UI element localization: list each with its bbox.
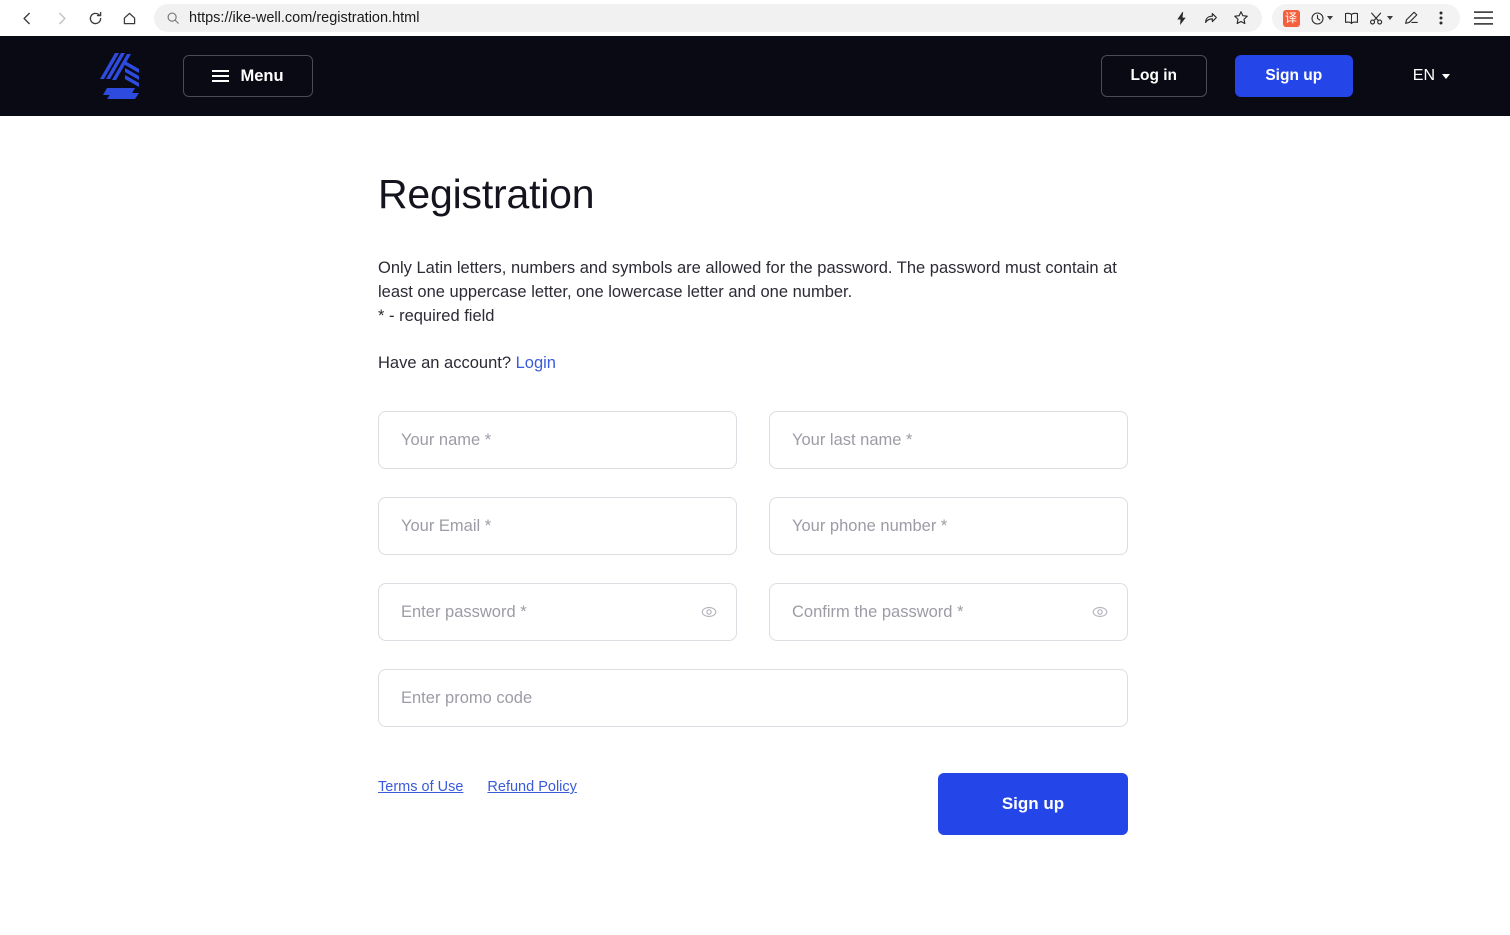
confirm-password-field[interactable]: Confirm the password * — [769, 583, 1128, 641]
history-icon[interactable] — [1306, 4, 1336, 32]
browser-toolbar: https://ike-well.com/registration.html 译 — [0, 0, 1510, 36]
bookmark-star-icon[interactable] — [1226, 4, 1256, 32]
confirm-password-placeholder: Confirm the password * — [792, 602, 964, 621]
password-field[interactable]: Enter password * — [378, 583, 737, 641]
toggle-password-visibility-icon[interactable] — [698, 601, 720, 623]
home-button[interactable] — [112, 3, 146, 33]
reading-mode-icon[interactable] — [1336, 4, 1366, 32]
first-name-placeholder: Your name * — [401, 430, 492, 449]
language-label: EN — [1412, 67, 1435, 84]
extension-toolbar: 译 — [1272, 4, 1460, 32]
password-placeholder: Enter password * — [401, 602, 527, 621]
chevron-down-icon — [1387, 16, 1393, 20]
first-name-field[interactable]: Your name * — [378, 411, 737, 469]
site-logo[interactable] — [95, 51, 143, 101]
lightning-bolt-icon[interactable] — [1166, 4, 1196, 32]
login-link[interactable]: Login — [516, 354, 556, 372]
last-name-field[interactable]: Your last name * — [769, 411, 1128, 469]
required-field-note: * - required field — [378, 307, 495, 325]
browser-menu-icon[interactable] — [1466, 3, 1500, 33]
legal-links: Terms of Use Refund Policy — [378, 773, 577, 795]
phone-placeholder: Your phone number * — [792, 516, 948, 535]
menu-button[interactable]: Menu — [183, 55, 313, 97]
form-footer: Terms of Use Refund Policy Sign up — [378, 727, 1128, 895]
translate-icon[interactable]: 译 — [1276, 4, 1306, 32]
url-bar-actions — [1160, 4, 1262, 32]
toggle-confirm-password-visibility-icon[interactable] — [1089, 601, 1111, 623]
back-button[interactable] — [10, 3, 44, 33]
site-header: Menu Log in Sign up EN — [0, 36, 1510, 116]
reload-button[interactable] — [78, 3, 112, 33]
terms-of-use-link[interactable]: Terms of Use — [378, 779, 463, 795]
url-bar[interactable]: https://ike-well.com/registration.html — [154, 4, 1212, 32]
have-account-line: Have an account? Login — [378, 328, 1510, 373]
refund-policy-link[interactable]: Refund Policy — [487, 779, 576, 795]
email-placeholder: Your Email * — [401, 516, 492, 535]
url-text: https://ike-well.com/registration.html — [189, 10, 420, 26]
forward-button — [44, 3, 78, 33]
translate-badge-label: 译 — [1282, 9, 1300, 27]
email-field[interactable]: Your Email * — [378, 497, 737, 555]
registration-page: Registration Only Latin letters, numbers… — [0, 116, 1510, 895]
share-icon[interactable] — [1196, 4, 1226, 32]
login-button[interactable]: Log in — [1100, 55, 1207, 97]
page-title: Registration — [378, 171, 595, 217]
phone-field[interactable]: Your phone number * — [769, 497, 1128, 555]
have-account-text: Have an account? — [378, 354, 512, 372]
promo-code-field[interactable]: Enter promo code — [378, 669, 1128, 727]
screenshot-scissors-icon[interactable] — [1366, 4, 1396, 32]
registration-form: Your name * Your last name * Your Email … — [378, 373, 1128, 727]
chevron-down-icon — [1442, 73, 1450, 79]
annotate-pen-icon[interactable] — [1396, 4, 1426, 32]
more-options-icon[interactable] — [1426, 4, 1456, 32]
menu-button-label: Menu — [240, 66, 284, 85]
chevron-down-icon — [1326, 16, 1333, 20]
last-name-placeholder: Your last name * — [792, 430, 913, 449]
password-rules-text: Only Latin letters, numbers and symbols … — [378, 259, 1117, 301]
submit-signup-button[interactable]: Sign up — [938, 773, 1128, 835]
promo-code-placeholder: Enter promo code — [401, 688, 533, 707]
language-selector[interactable]: EN — [1413, 67, 1450, 85]
hamburger-icon — [212, 70, 230, 82]
search-icon — [166, 11, 180, 25]
header-signup-button[interactable]: Sign up — [1234, 55, 1353, 97]
